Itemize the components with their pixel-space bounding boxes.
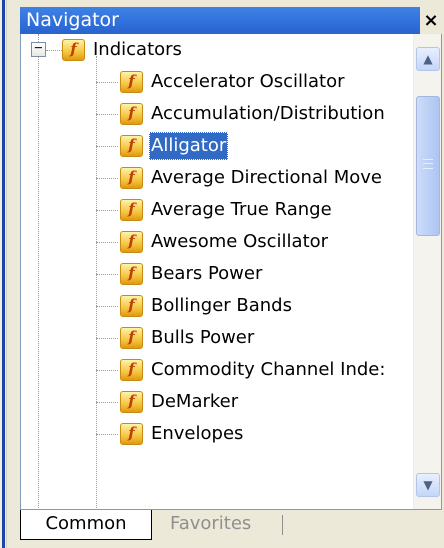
tab-separator [282, 515, 283, 535]
tree-item-label[interactable]: Alligator [149, 132, 229, 160]
tree-item-label[interactable]: Bollinger Bands [149, 292, 294, 320]
indicator-tree: − f Indicators f Accelerator Oscillator f A… [21, 34, 414, 509]
function-icon: f [120, 135, 143, 157]
tree-node-label[interactable]: Indicators [91, 36, 184, 64]
window-bottom-edge [20, 540, 442, 548]
function-icon: f [120, 103, 143, 125]
tree-item-label[interactable]: Awesome Oscillator [149, 228, 330, 256]
tree-panel: − f Indicators f Accelerator Oscillator f A… [20, 34, 442, 510]
tree-item-label[interactable]: Envelopes [149, 420, 245, 448]
function-icon: f [120, 231, 143, 253]
vertical-scrollbar[interactable]: ▲ ▼ [413, 34, 441, 509]
tab-common[interactable]: Common [20, 510, 152, 540]
tree-item-label[interactable]: Bears Power [149, 260, 264, 288]
tree-connector [96, 146, 118, 147]
tree-connector [96, 210, 118, 211]
tree-item-label[interactable]: Bulls Power [149, 324, 256, 352]
tree-item-label[interactable]: Commodity Channel Inde: [149, 356, 387, 384]
function-icon: f [120, 295, 143, 317]
arrow-up-icon: ▲ [423, 52, 433, 66]
scroll-down-button[interactable]: ▼ [416, 473, 440, 497]
scroll-up-button[interactable]: ▲ [416, 47, 440, 71]
function-icon: f [120, 263, 143, 285]
collapse-icon[interactable]: − [31, 41, 46, 57]
tab-bar: Common Favorites [20, 510, 442, 540]
tree-item-label[interactable]: DeMarker [149, 388, 240, 416]
navigator-window: Navigator × − f Indicators f Accelerator … [0, 0, 444, 548]
tree-connector [96, 56, 97, 509]
tree-connector [38, 34, 39, 509]
close-icon: × [423, 10, 439, 31]
function-icon: f [120, 423, 143, 445]
window-title: Navigator [26, 9, 119, 31]
function-icon: f [120, 199, 143, 221]
window-left-edge [0, 0, 7, 548]
function-icon: f [120, 359, 143, 381]
tree-connector [96, 114, 118, 115]
tree-connector [96, 402, 118, 403]
tree-item-label[interactable]: Average Directional Move [149, 164, 384, 192]
function-icon: f [62, 39, 85, 61]
function-icon: f [120, 71, 143, 93]
tree-connector [96, 306, 118, 307]
grip-icon [423, 159, 433, 169]
tree-connector [96, 82, 118, 83]
tree-connector [96, 338, 118, 339]
tree-connector [96, 178, 118, 179]
function-icon: f [120, 327, 143, 349]
tree-item-label[interactable]: Accelerator Oscillator [149, 68, 347, 96]
arrow-down-icon: ▼ [423, 478, 433, 492]
tree-connector [96, 274, 118, 275]
close-button[interactable]: × [420, 7, 442, 34]
title-bar[interactable]: Navigator × [20, 7, 442, 34]
function-icon: f [120, 167, 143, 189]
tree-item-label[interactable]: Average True Range [149, 196, 334, 224]
tree-connector [96, 242, 118, 243]
tree-item-label[interactable]: Accumulation/Distribution [149, 100, 387, 128]
tree-connector [96, 370, 118, 371]
tree-connector [46, 50, 62, 51]
tab-favorites[interactable]: Favorites [160, 510, 261, 540]
tree-connector [96, 434, 118, 435]
function-icon: f [120, 391, 143, 413]
scroll-thumb[interactable] [416, 96, 440, 236]
